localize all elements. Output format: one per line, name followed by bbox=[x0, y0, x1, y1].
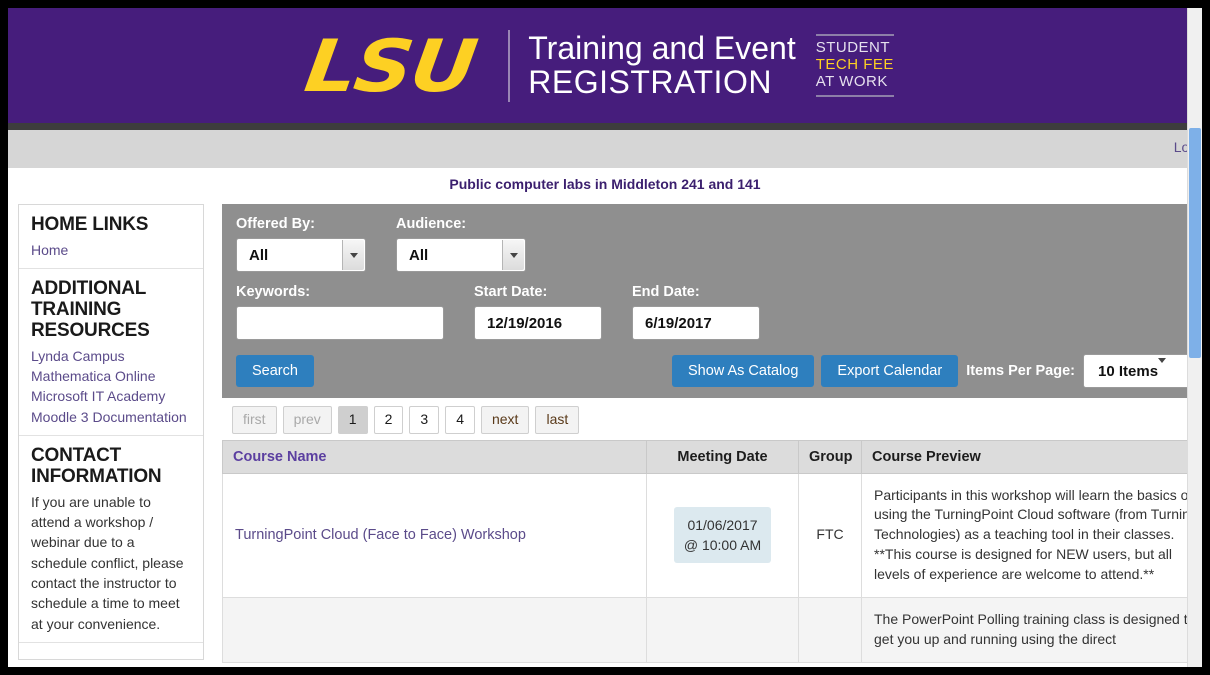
chevron-down-icon bbox=[1158, 357, 1167, 380]
login-bar: Login bbox=[8, 130, 1202, 168]
header-title-line1: Training and Event bbox=[528, 29, 796, 66]
audience-group: Audience: All bbox=[396, 216, 526, 272]
sidebar-section-home-links: HOME LINKS Home bbox=[19, 205, 203, 270]
export-calendar-button[interactable]: Export Calendar bbox=[821, 354, 959, 388]
sidebar-heading-training-resources: ADDITIONAL TRAINING RESOURCES bbox=[31, 278, 150, 341]
filter-row-selects: Offered By: All Audience: All bbox=[236, 216, 1202, 272]
sidebar-footer-spacer bbox=[19, 643, 203, 659]
table-row: The PowerPoint Polling training class is… bbox=[222, 596, 1202, 663]
audience-label: Audience: bbox=[396, 216, 467, 232]
announcement-bar: Public computer labs in Middleton 241 an… bbox=[8, 168, 1202, 200]
courses-table: Course Name Meeting Date Group Course Pr… bbox=[222, 439, 1202, 663]
meeting-date-time: @ 10:00 AM bbox=[683, 537, 762, 554]
items-per-page-select[interactable]: 10 Items bbox=[1083, 354, 1202, 388]
nav-strip bbox=[8, 123, 1202, 130]
pagination-page-3[interactable]: 3 bbox=[409, 406, 440, 434]
vertical-scrollbar[interactable] bbox=[1187, 8, 1202, 667]
pagination-next[interactable]: next bbox=[480, 406, 530, 434]
badge-line-atwork: AT WORK bbox=[815, 72, 888, 90]
pagination-first[interactable]: first bbox=[232, 406, 277, 434]
site-header-banner: LSU Training and Event REGISTRATION STUD… bbox=[8, 8, 1202, 123]
header-title-line2: REGISTRATION bbox=[528, 63, 772, 100]
pagination-page-4[interactable]: 4 bbox=[445, 406, 475, 434]
announcement-text: Public computer labs in Middleton 241 an… bbox=[449, 176, 761, 192]
sidebar-item-lynda-campus[interactable]: Lynda Campus bbox=[31, 346, 191, 366]
filter-row-inputs: Keywords: Start Date: 12/19/2016 End Dat… bbox=[236, 284, 1202, 340]
column-header-course-name[interactable]: Course Name bbox=[222, 439, 647, 474]
student-tech-fee-badge: STUDENT TECH FEE AT WORK bbox=[815, 34, 894, 97]
cell-group bbox=[798, 596, 862, 663]
meeting-date-chip: 01/06/2017 @ 10:00 AM bbox=[673, 506, 772, 564]
sidebar-contact-paragraph: If you are unable to attend a workshop /… bbox=[31, 493, 184, 632]
pagination-page-2[interactable]: 2 bbox=[373, 406, 404, 434]
audience-select[interactable]: All bbox=[396, 238, 526, 272]
column-header-course-preview: Course Preview bbox=[861, 439, 1202, 474]
end-date-input[interactable]: 6/19/2017 bbox=[632, 306, 760, 340]
scrollbar-thumb[interactable] bbox=[1189, 128, 1201, 358]
column-header-group: Group bbox=[798, 439, 862, 474]
badge-line-student: STUDENT bbox=[815, 39, 891, 57]
end-date-group: End Date: 6/19/2017 bbox=[632, 284, 760, 340]
sidebar-item-moodle-3-documentation[interactable]: Moodle 3 Documentation bbox=[31, 407, 191, 427]
cell-course-preview: Participants in this workshop will learn… bbox=[861, 472, 1202, 598]
table-header-row: Course Name Meeting Date Group Course Pr… bbox=[222, 439, 1202, 474]
cell-course-name: TurningPoint Cloud (Face to Face) Worksh… bbox=[222, 472, 647, 598]
meeting-date-day: 01/06/2017 bbox=[687, 516, 758, 533]
sidebar-heading-contact-information: CONTACT INFORMATION bbox=[31, 445, 162, 487]
sidebar: HOME LINKS Home ADDITIONAL TRAINING RESO… bbox=[18, 204, 204, 660]
start-date-group: Start Date: 12/19/2016 bbox=[474, 284, 602, 340]
cell-meeting-date bbox=[646, 596, 799, 663]
cell-group: FTC bbox=[798, 472, 862, 598]
search-button[interactable]: Search bbox=[236, 354, 314, 388]
main-content: Offered By: All Audience: All Keywords: … bbox=[222, 204, 1202, 663]
start-date-label: Start Date: bbox=[474, 284, 548, 300]
pagination-prev[interactable]: prev bbox=[282, 406, 332, 434]
cell-course-preview: The PowerPoint Polling training class is… bbox=[861, 596, 1202, 663]
body-wrapper: HOME LINKS Home ADDITIONAL TRAINING RESO… bbox=[8, 200, 1202, 663]
header-title: Training and Event REGISTRATION bbox=[528, 29, 796, 100]
badge-line-techfee: TECH FEE bbox=[815, 56, 894, 74]
sidebar-item-home[interactable]: Home bbox=[31, 240, 191, 260]
course-name-link[interactable]: TurningPoint Cloud (Face to Face) Worksh… bbox=[235, 527, 526, 543]
keywords-label: Keywords: bbox=[236, 284, 311, 300]
page-frame: LSU Training and Event REGISTRATION STUD… bbox=[8, 8, 1202, 667]
cell-course-name bbox=[222, 596, 647, 663]
offered-by-label: Offered By: bbox=[236, 216, 315, 232]
keywords-input[interactable] bbox=[236, 306, 444, 340]
end-date-label: End Date: bbox=[632, 284, 700, 300]
items-per-page-label: Items Per Page: bbox=[966, 363, 1075, 379]
sidebar-heading-home-links: HOME LINKS bbox=[31, 214, 149, 235]
items-per-page-value: 10 Items bbox=[1098, 362, 1159, 380]
keywords-group: Keywords: bbox=[236, 284, 444, 340]
pagination-last[interactable]: last bbox=[535, 406, 580, 434]
header-divider bbox=[508, 29, 511, 102]
pagination: first prev 1 2 3 4 next last bbox=[232, 406, 1202, 434]
chevron-down-icon bbox=[342, 240, 364, 270]
offered-by-value: All bbox=[249, 246, 269, 264]
lsu-logo: LSU bbox=[300, 23, 481, 108]
pagination-page-1[interactable]: 1 bbox=[337, 406, 368, 434]
table-row: TurningPoint Cloud (Face to Face) Worksh… bbox=[222, 472, 1202, 598]
cell-meeting-date: 01/06/2017 @ 10:00 AM bbox=[646, 472, 799, 598]
sidebar-section-training-resources: ADDITIONAL TRAINING RESOURCES Lynda Camp… bbox=[19, 269, 203, 437]
filter-row-actions: Search Show As Catalog Export Calendar I… bbox=[236, 354, 1202, 388]
column-header-meeting-date: Meeting Date bbox=[646, 439, 799, 474]
offered-by-group: Offered By: All bbox=[236, 216, 366, 272]
sidebar-item-microsoft-it-academy[interactable]: Microsoft IT Academy bbox=[31, 386, 191, 406]
show-as-catalog-button[interactable]: Show As Catalog bbox=[671, 354, 815, 388]
search-filter-panel: Offered By: All Audience: All Keywords: … bbox=[222, 204, 1202, 398]
sidebar-section-contact-information: CONTACT INFORMATION If you are unable to… bbox=[19, 436, 203, 643]
chevron-down-icon bbox=[502, 240, 524, 270]
audience-value: All bbox=[409, 246, 429, 264]
sidebar-item-mathematica-online[interactable]: Mathematica Online bbox=[31, 366, 191, 386]
offered-by-select[interactable]: All bbox=[236, 238, 366, 272]
start-date-input[interactable]: 12/19/2016 bbox=[474, 306, 602, 340]
